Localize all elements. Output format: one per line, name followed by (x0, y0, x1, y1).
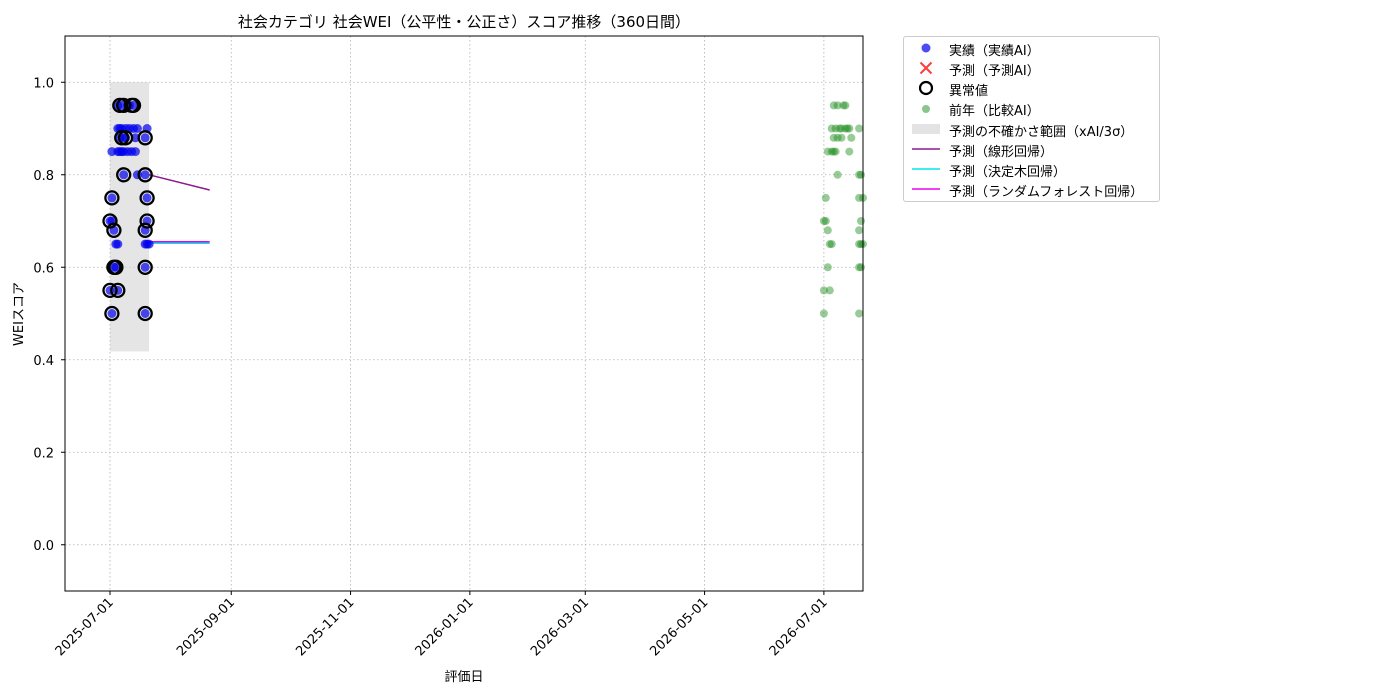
actual-point (130, 147, 140, 157)
x-tick-label: 2026-01-01 (413, 595, 477, 659)
previous-year-point (833, 170, 842, 179)
x-tick-label: 2025-11-01 (293, 595, 357, 659)
line-swatch-icon (912, 148, 940, 150)
actual-point (119, 170, 129, 180)
actual-point (140, 133, 150, 143)
actual-marker-icon (921, 43, 931, 53)
band-swatch-icon (912, 124, 940, 134)
data-points (105, 100, 867, 318)
axis-ticks: 2025-07-01 2025-09-01 2025-11-01 2026-01-01… (33, 76, 830, 659)
legend-label: 実績（実績AI） (949, 44, 1040, 59)
actual-point (113, 239, 123, 249)
actual-point (140, 262, 150, 272)
line-swatch-icon (912, 188, 940, 190)
legend-item-actual: 実績（実績AI） (904, 38, 1159, 59)
actual-point (107, 193, 117, 203)
outlier-ring-icon (918, 80, 934, 96)
legend-label: 前年（比較AI） (949, 104, 1040, 119)
previous-year-point (823, 226, 832, 235)
legend-item-decision-tree: 予測（決定木回帰） (904, 159, 1159, 180)
y-axis-label: WEIスコア (12, 282, 27, 346)
previous-year-point (831, 147, 840, 156)
legend-label: 異常値 (949, 84, 989, 99)
y-tick-label: 0.2 (33, 446, 54, 461)
actual-point (132, 124, 142, 133)
previous-year-point (821, 193, 830, 202)
y-tick-label: 0.6 (33, 261, 54, 276)
plot-frame (64, 35, 864, 592)
legend-label: 予測の不確かさ範囲（xAI/3σ） (949, 125, 1134, 140)
line-swatch-icon (912, 168, 940, 170)
legend-item-linear: 予測（線形回帰） (904, 139, 1159, 160)
y-tick-label: 0.4 (33, 354, 54, 369)
cross-marker-icon (919, 61, 933, 75)
actual-point (142, 193, 152, 203)
legend-item-outlier: 異常値 (904, 78, 1159, 99)
previous-year-point (857, 217, 865, 225)
prediction-line (148, 174, 210, 191)
previous-year-point (845, 147, 854, 156)
legend-label: 予測（ランダムフォレスト回帰） (949, 185, 1144, 200)
previous-year-point (857, 170, 865, 179)
actual-point (140, 309, 150, 318)
y-tick-label: 0.0 (33, 539, 54, 554)
actual-point (144, 239, 154, 249)
x-tick-label: 2025-07-01 (53, 595, 117, 659)
legend-label: 予測（決定木回帰） (949, 165, 1067, 180)
legend-item-random-forest: 予測（ランダムフォレスト回帰） (904, 179, 1159, 200)
previous-year-point (845, 124, 854, 133)
legend-label: 予測（予測AI） (949, 64, 1040, 79)
legend-item-uncertainty: 予測の不確かさ範囲（xAI/3σ） (904, 119, 1159, 140)
prediction-lines (148, 174, 210, 244)
previous-year-point (855, 124, 864, 133)
previous-year-marker-icon (922, 105, 930, 113)
legend-item-forecast: 予測（予測AI） (904, 58, 1159, 79)
chart-title: 社会カテゴリ 社会WEI（公平性・公正さ）スコア推移（360日間） (238, 13, 690, 31)
actual-point (140, 170, 150, 180)
previous-year-point (819, 309, 828, 318)
previous-year-point (855, 309, 864, 318)
legend: 実績（実績AI） 予測（予測AI） 異常値 前年（比較AI） 予測の不確かさ範囲… (903, 36, 1160, 202)
previous-year-point (855, 226, 864, 235)
legend-label: 予測（線形回帰） (949, 145, 1054, 160)
previous-year-point (837, 133, 846, 142)
actual-point (107, 309, 117, 318)
x-tick-label: 2026-03-01 (528, 595, 592, 659)
previous-year-point (821, 217, 830, 225)
x-tick-label: 2026-05-01 (647, 595, 711, 659)
previous-year-point (827, 240, 836, 249)
previous-year-point (825, 286, 834, 295)
x-tick-label: 2025-09-01 (174, 595, 238, 659)
legend-item-previous-year: 前年（比較AI） (904, 98, 1159, 119)
x-tick-label: 2026-07-01 (767, 595, 831, 659)
previous-year-point (823, 263, 832, 272)
chart-canvas: 社会カテゴリ 社会WEI（公平性・公正さ）スコア推移（360日間） 2025-0… (12, 13, 867, 685)
previous-year-point (857, 263, 865, 272)
previous-year-point (847, 133, 856, 142)
grid-lines (65, 36, 863, 591)
y-tick-label: 1.0 (33, 76, 54, 91)
y-tick-label: 0.8 (33, 169, 54, 184)
x-axis-label: 評価日 (444, 670, 483, 685)
previous-year-point (841, 101, 850, 110)
